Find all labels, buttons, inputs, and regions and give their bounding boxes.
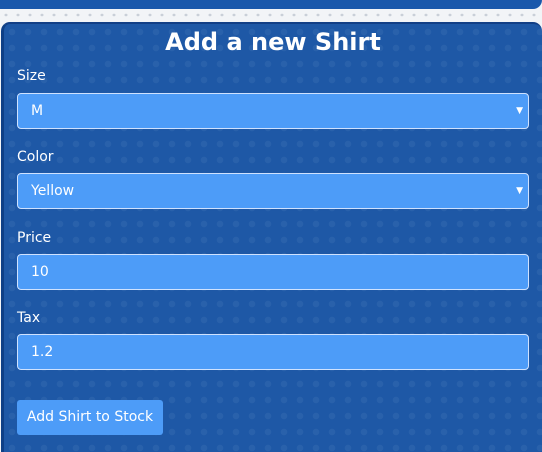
add-shirt-form: Add a new Shirt Size M ▼ Color Yellow ▼ … [1, 22, 542, 452]
size-select-value: M [31, 103, 44, 119]
tax-label: Tax [17, 310, 41, 326]
color-select[interactable]: Yellow ▼ [17, 173, 529, 209]
price-input-value: 10 [31, 264, 49, 280]
price-input[interactable]: 10 [17, 254, 529, 290]
tax-input-value: 1.2 [31, 344, 54, 360]
top-bar [0, 0, 542, 9]
price-label: Price [17, 230, 52, 246]
chevron-down-icon: ▼ [516, 106, 523, 116]
color-label: Color [17, 149, 54, 165]
chevron-down-icon: ▼ [516, 186, 523, 196]
size-select[interactable]: M ▼ [17, 93, 529, 129]
tax-input[interactable]: 1.2 [17, 334, 529, 370]
form-title: Add a new Shirt [165, 28, 381, 56]
color-select-value: Yellow [31, 183, 75, 199]
size-label: Size [17, 68, 46, 84]
add-shirt-button[interactable]: Add Shirt to Stock [17, 400, 163, 435]
